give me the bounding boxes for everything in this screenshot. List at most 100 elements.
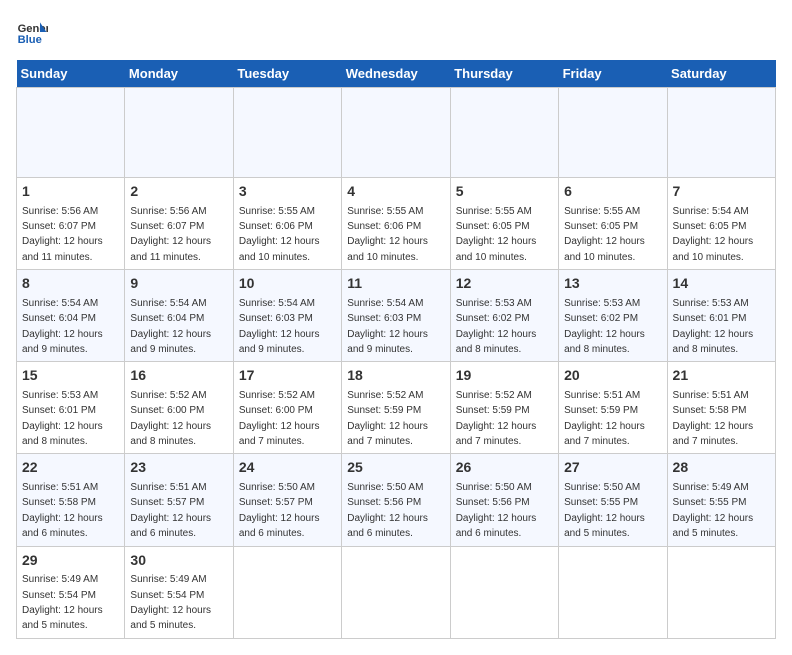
calendar-cell: 16 Sunrise: 5:52 AM Sunset: 6:00 PM Dayli… [125,362,233,454]
day-number: 27 [564,458,661,478]
header: General Blue [16,16,776,48]
calendar-cell: 12 Sunrise: 5:53 AM Sunset: 6:02 PM Dayli… [450,270,558,362]
calendar-cell: 29Sunrise: 5:49 AM Sunset: 5:54 PM Dayli… [17,546,125,638]
day-number: 19 [456,366,553,386]
header-cell-monday: Monday [125,60,233,88]
day-number: 16 [130,366,227,386]
calendar-cell: 9Sunrise: 5:54 AM Sunset: 6:04 PM Daylig… [125,270,233,362]
day-info: Sunrise: 5:50 AM Sunset: 5:56 PM Dayligh… [456,482,537,539]
day-number: 12 [456,274,553,294]
calendar-cell: 25Sunrise: 5:50 AM Sunset: 5:56 PM Dayli… [342,454,450,546]
day-info: Sunrise: 5:56 AM Sunset: 6:07 PM Dayligh… [130,206,211,263]
day-info: Sunrise: 5:54 AM Sunset: 6:03 PM Dayligh… [239,298,320,355]
day-number: 13 [564,274,661,294]
day-info: Sunrise: 5:52 AM Sunset: 5:59 PM Dayligh… [347,390,428,447]
day-number: 23 [130,458,227,478]
calendar-cell: 4Sunrise: 5:55 AM Sunset: 6:06 PM Daylig… [342,178,450,270]
logo: General Blue [16,16,52,48]
calendar-cell: 11Sunrise: 5:54 AM Sunset: 6:03 PM Dayli… [342,270,450,362]
calendar-week-5: 29 Sunrise: 5:49 AM Sunset: 5:54 PM Dayli… [17,546,776,638]
day-info: Sunrise: 5:51 AM Sunset: 5:57 PM Dayligh… [130,482,211,539]
calendar-cell: 17Sunrise: 5:52 AM Sunset: 6:00 PM Dayli… [233,362,341,454]
calendar-cell: 24Sunrise: 5:50 AM Sunset: 5:57 PM Dayli… [233,454,341,546]
header-cell-wednesday: Wednesday [342,60,450,88]
day-info: Sunrise: 5:52 AM Sunset: 6:00 PM Dayligh… [239,390,320,447]
calendar-cell: 10 Sunrise: 5:54 AM Sunset: 6:03 PM Dayli… [233,270,341,362]
calendar-cell: 6 Sunrise: 5:55 AM Sunset: 6:05 PM Daylig… [559,178,667,270]
calendar-cell [17,88,125,178]
calendar-cell [342,546,450,638]
calendar-cell: 15 Sunrise: 5:53 AM Sunset: 6:01 PM Dayli… [17,362,125,454]
day-info: Sunrise: 5:55 AM Sunset: 6:06 PM Dayligh… [347,206,428,263]
calendar-cell: 13 Sunrise: 5:53 AM Sunset: 6:02 PM Dayli… [559,270,667,362]
day-info: Sunrise: 5:54 AM Sunset: 6:05 PM Dayligh… [673,206,754,263]
calendar-cell: 30Sunrise: 5:49 AM Sunset: 5:54 PM Dayli… [125,546,233,638]
day-number: 7 [673,182,770,202]
day-info: Sunrise: 5:49 AM Sunset: 5:54 PM Dayligh… [130,574,211,631]
logo-icon: General Blue [16,16,48,48]
calendar-cell [667,88,775,178]
day-number: 21 [673,366,770,386]
day-number: 24 [239,458,336,478]
day-number: 26 [456,458,553,478]
header-cell-friday: Friday [559,60,667,88]
day-info: Sunrise: 5:53 AM Sunset: 6:02 PM Dayligh… [456,298,537,355]
header-cell-saturday: Saturday [667,60,775,88]
day-info: Sunrise: 5:51 AM Sunset: 5:58 PM Dayligh… [22,482,103,539]
calendar-cell [559,546,667,638]
day-number: 25 [347,458,444,478]
header-cell-thursday: Thursday [450,60,558,88]
calendar-cell [342,88,450,178]
day-number: 3 [239,182,336,202]
day-number: 1 [22,182,119,202]
day-number: 9 [130,274,227,294]
day-number: 8 [22,274,119,294]
header-row: SundayMondayTuesdayWednesdayThursdayFrid… [17,60,776,88]
svg-text:Blue: Blue [18,34,42,46]
calendar-cell [450,546,558,638]
calendar-cell: 28Sunrise: 5:49 AM Sunset: 5:55 PM Dayli… [667,454,775,546]
calendar-cell: 2 Sunrise: 5:56 AM Sunset: 6:07 PM Daylig… [125,178,233,270]
day-number: 2 [130,182,227,202]
calendar-cell [233,546,341,638]
day-info: Sunrise: 5:53 AM Sunset: 6:01 PM Dayligh… [22,390,103,447]
day-number: 10 [239,274,336,294]
day-info: Sunrise: 5:54 AM Sunset: 6:04 PM Dayligh… [22,298,103,355]
day-info: Sunrise: 5:53 AM Sunset: 6:02 PM Dayligh… [564,298,645,355]
calendar-week-4: 22 Sunrise: 5:51 AM Sunset: 5:58 PM Dayli… [17,454,776,546]
header-cell-sunday: Sunday [17,60,125,88]
calendar-cell: 22 Sunrise: 5:51 AM Sunset: 5:58 PM Dayli… [17,454,125,546]
day-info: Sunrise: 5:56 AM Sunset: 6:07 PM Dayligh… [22,206,103,263]
day-info: Sunrise: 5:50 AM Sunset: 5:55 PM Dayligh… [564,482,645,539]
calendar-cell: 21 Sunrise: 5:51 AM Sunset: 5:58 PM Dayli… [667,362,775,454]
calendar-cell [233,88,341,178]
day-number: 29 [22,551,119,571]
day-number: 11 [347,274,444,294]
calendar-cell: 5Sunrise: 5:55 AM Sunset: 6:05 PM Daylig… [450,178,558,270]
day-number: 6 [564,182,661,202]
day-info: Sunrise: 5:55 AM Sunset: 6:06 PM Dayligh… [239,206,320,263]
calendar-cell: 7 Sunrise: 5:54 AM Sunset: 6:05 PM Daylig… [667,178,775,270]
day-info: Sunrise: 5:52 AM Sunset: 6:00 PM Dayligh… [130,390,211,447]
calendar-header: SundayMondayTuesdayWednesdayThursdayFrid… [17,60,776,88]
calendar-cell: 18 Sunrise: 5:52 AM Sunset: 5:59 PM Dayli… [342,362,450,454]
calendar-table: SundayMondayTuesdayWednesdayThursdayFrid… [16,60,776,639]
day-info: Sunrise: 5:51 AM Sunset: 5:58 PM Dayligh… [673,390,754,447]
calendar-cell [559,88,667,178]
calendar-week-1: 1 Sunrise: 5:56 AM Sunset: 6:07 PM Daylig… [17,178,776,270]
calendar-cell: 8 Sunrise: 5:54 AM Sunset: 6:04 PM Daylig… [17,270,125,362]
day-info: Sunrise: 5:49 AM Sunset: 5:55 PM Dayligh… [673,482,754,539]
calendar-cell [667,546,775,638]
day-info: Sunrise: 5:52 AM Sunset: 5:59 PM Dayligh… [456,390,537,447]
header-cell-tuesday: Tuesday [233,60,341,88]
day-info: Sunrise: 5:51 AM Sunset: 5:59 PM Dayligh… [564,390,645,447]
day-number: 18 [347,366,444,386]
calendar-cell [450,88,558,178]
day-info: Sunrise: 5:55 AM Sunset: 6:05 PM Dayligh… [456,206,537,263]
day-number: 15 [22,366,119,386]
calendar-cell: 20Sunrise: 5:51 AM Sunset: 5:59 PM Dayli… [559,362,667,454]
day-info: Sunrise: 5:55 AM Sunset: 6:05 PM Dayligh… [564,206,645,263]
day-number: 22 [22,458,119,478]
calendar-cell: 26 Sunrise: 5:50 AM Sunset: 5:56 PM Dayli… [450,454,558,546]
calendar-cell: 19 Sunrise: 5:52 AM Sunset: 5:59 PM Dayli… [450,362,558,454]
